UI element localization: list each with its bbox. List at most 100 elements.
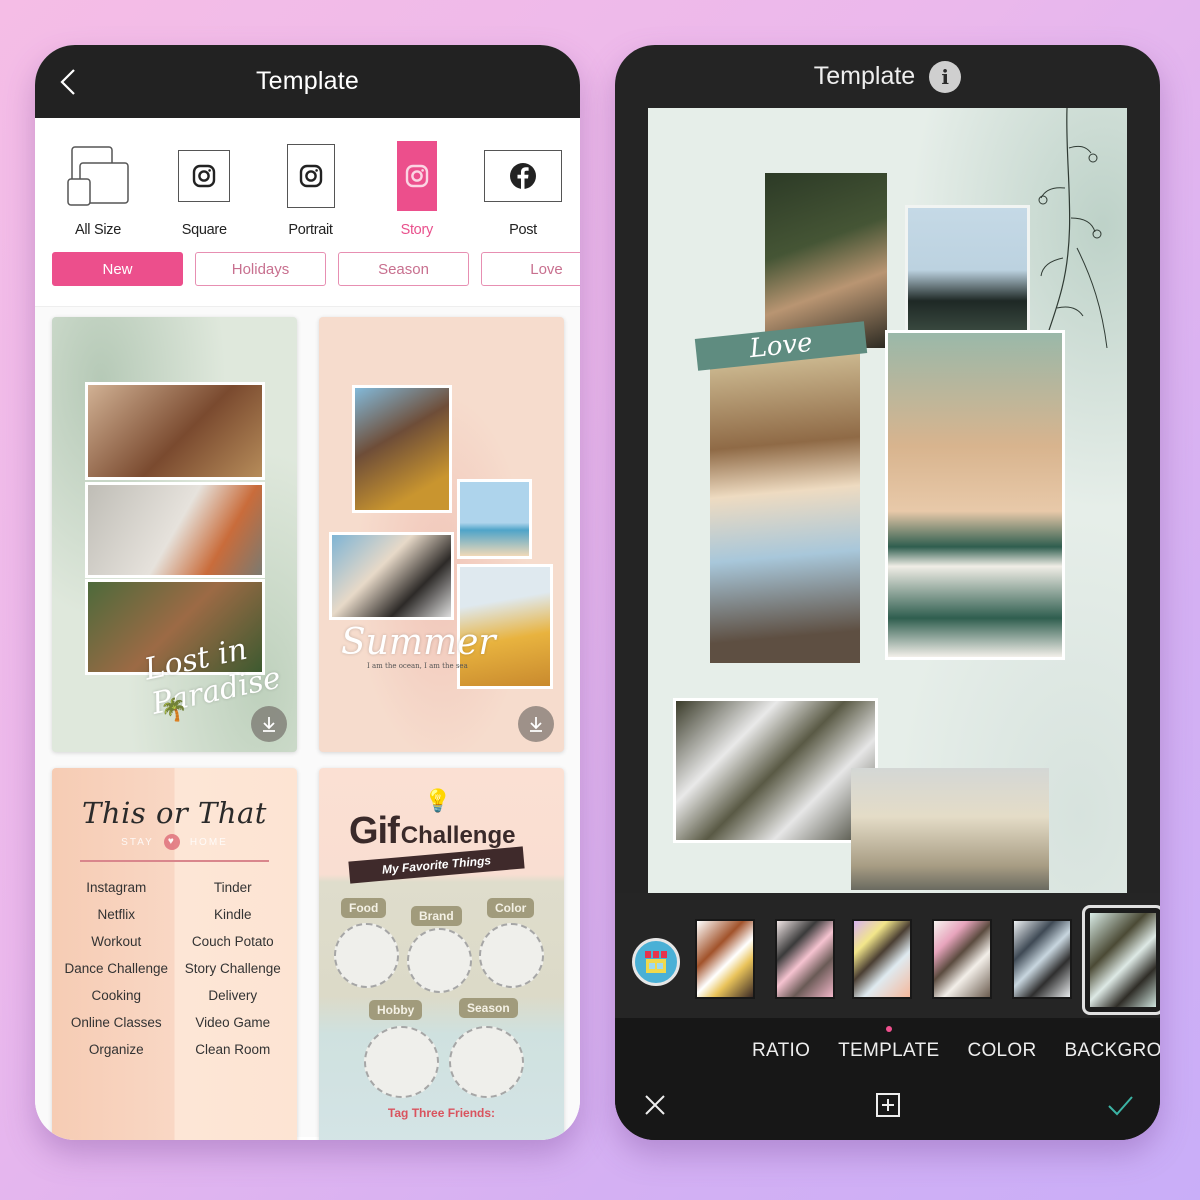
photo-placeholder xyxy=(334,923,399,988)
size-label: Story xyxy=(400,222,434,238)
list-item: Clean Room xyxy=(195,1042,271,1057)
collage-photo-slot[interactable] xyxy=(905,205,1030,335)
list-item: Netflix xyxy=(97,907,135,922)
divider xyxy=(80,860,269,862)
download-icon xyxy=(530,717,542,732)
template-thumbnail[interactable] xyxy=(1012,919,1072,999)
template-card-summer[interactable]: Summer I am the ocean, I am the sea xyxy=(319,317,564,752)
download-button[interactable] xyxy=(251,706,287,742)
list-item: Video Game xyxy=(195,1015,271,1030)
chip-season[interactable]: Season xyxy=(338,252,469,286)
collage-photo-slot[interactable] xyxy=(765,173,887,348)
template-subtitle: STAY ♥ HOME xyxy=(52,834,297,850)
instagram-icon xyxy=(193,164,216,188)
close-icon xyxy=(645,1095,665,1115)
info-icon: i xyxy=(941,64,950,89)
subtitle-left: STAY xyxy=(121,836,154,848)
chip-love[interactable]: Love xyxy=(481,252,580,286)
list-item: Kindle xyxy=(213,907,252,922)
template-thumbnail-strip[interactable] xyxy=(615,893,1160,1018)
tag-color: Color xyxy=(487,898,535,918)
template-grid: Lost in Paradise 🌴 Summer I am the ocean… xyxy=(35,307,580,1140)
tag-brand: Brand xyxy=(411,906,462,926)
list-item: Dance Challenge xyxy=(64,961,169,976)
size-portrait[interactable]: Portrait xyxy=(266,136,356,244)
list-item: Couch Potato xyxy=(191,934,274,949)
size-selector: All Size Square Portrait Story Post xyxy=(35,118,580,244)
template-title: This or That xyxy=(82,796,267,830)
tab-template[interactable]: TEMPLATE xyxy=(838,1040,939,1062)
template-card-this-or-that[interactable]: This or That STAY ♥ HOME Instagram Tinde… xyxy=(52,768,297,1140)
collage-photo-slot[interactable] xyxy=(851,768,1049,890)
info-button[interactable]: i xyxy=(929,60,962,93)
page-title: Template xyxy=(255,67,360,95)
tab-color[interactable]: COLOR xyxy=(967,1040,1036,1062)
size-label: Portrait xyxy=(288,222,333,238)
store-icon xyxy=(645,951,667,973)
checkmark-icon xyxy=(1108,1096,1133,1116)
template-browser-screen: Template All Size Square Portrait Story … xyxy=(35,45,580,1140)
template-card-tropical[interactable]: Lost in Paradise 🌴 xyxy=(52,317,297,752)
facebook-icon xyxy=(510,163,536,189)
template-thumbnail[interactable] xyxy=(852,919,912,999)
size-label: All Size xyxy=(75,222,121,238)
header-bar: Template i xyxy=(615,45,1160,108)
template-script-text: Summer xyxy=(341,622,496,663)
list-item: Tinder xyxy=(213,880,252,895)
size-story[interactable]: Story xyxy=(372,136,462,244)
category-chips: New Holidays Season Love xyxy=(35,244,580,294)
collage-canvas[interactable]: Love xyxy=(648,108,1127,893)
title-big: Gif xyxy=(349,810,400,852)
collage-photo-slot[interactable] xyxy=(710,353,860,663)
size-label: Post xyxy=(509,222,537,238)
heart-icon: ♥ xyxy=(163,834,180,850)
size-label: Square xyxy=(181,222,227,238)
photo-placeholder xyxy=(364,1026,439,1098)
back-button[interactable] xyxy=(57,67,81,97)
template-thumbnail[interactable] xyxy=(932,919,992,999)
header-bar: Template xyxy=(35,45,580,118)
template-thumbnail[interactable] xyxy=(695,919,755,999)
page-title: Template xyxy=(813,62,916,90)
editor-bottom-bar: RATIO TEMPLATE COLOR BACKGRO xyxy=(615,1018,1160,1140)
template-card-gif-challenge[interactable]: 💡 Gif Challenge My Favorite Things Food … xyxy=(319,768,564,1140)
confirm-button[interactable] xyxy=(1105,1090,1135,1120)
tag-hobby: Hobby xyxy=(369,1000,423,1020)
download-icon xyxy=(263,717,275,732)
list-item: Delivery xyxy=(208,988,258,1003)
photo-placeholder xyxy=(407,928,472,993)
size-post[interactable]: Post xyxy=(478,136,568,244)
template-photo xyxy=(457,479,532,559)
cancel-button[interactable] xyxy=(640,1090,670,1120)
collage-photo-slot[interactable] xyxy=(885,330,1065,660)
size-all[interactable]: All Size xyxy=(53,136,143,244)
size-square[interactable]: Square xyxy=(159,136,249,244)
download-button[interactable] xyxy=(518,706,554,742)
template-photo xyxy=(329,532,454,620)
plus-square-icon xyxy=(876,1093,900,1117)
template-title: Gif Challenge xyxy=(349,810,515,853)
chip-holidays[interactable]: Holidays xyxy=(195,252,326,286)
palm-tree-icon: 🌴 xyxy=(160,697,188,722)
chevron-left-icon xyxy=(60,69,75,95)
tab-background[interactable]: BACKGRO xyxy=(1065,1040,1160,1062)
subtitle-right: HOME xyxy=(189,836,228,848)
template-tagline: I am the ocean, I am the sea xyxy=(367,662,468,670)
template-thumbnail-selected[interactable] xyxy=(1082,905,1160,1015)
chip-new[interactable]: New xyxy=(52,252,183,286)
tag-season: Season xyxy=(459,998,518,1018)
photo-placeholder xyxy=(479,923,544,988)
template-editor-screen: Template i Love RATIO TEMPLATE COLOR BAC… xyxy=(615,45,1160,1140)
instagram-icon xyxy=(405,164,428,188)
devices-icon xyxy=(67,146,129,206)
list-item: Story Challenge xyxy=(184,961,281,976)
collage-photo-slot[interactable] xyxy=(673,698,878,843)
add-button[interactable] xyxy=(873,1090,903,1120)
title-small: Challenge xyxy=(400,822,516,849)
template-store-button[interactable] xyxy=(632,938,680,986)
template-thumbnail[interactable] xyxy=(775,919,835,999)
template-footer: Tag Three Friends: xyxy=(387,1106,496,1120)
list-item: Cooking xyxy=(91,988,142,1003)
tab-ratio[interactable]: RATIO xyxy=(752,1040,810,1062)
instagram-icon xyxy=(299,164,322,188)
